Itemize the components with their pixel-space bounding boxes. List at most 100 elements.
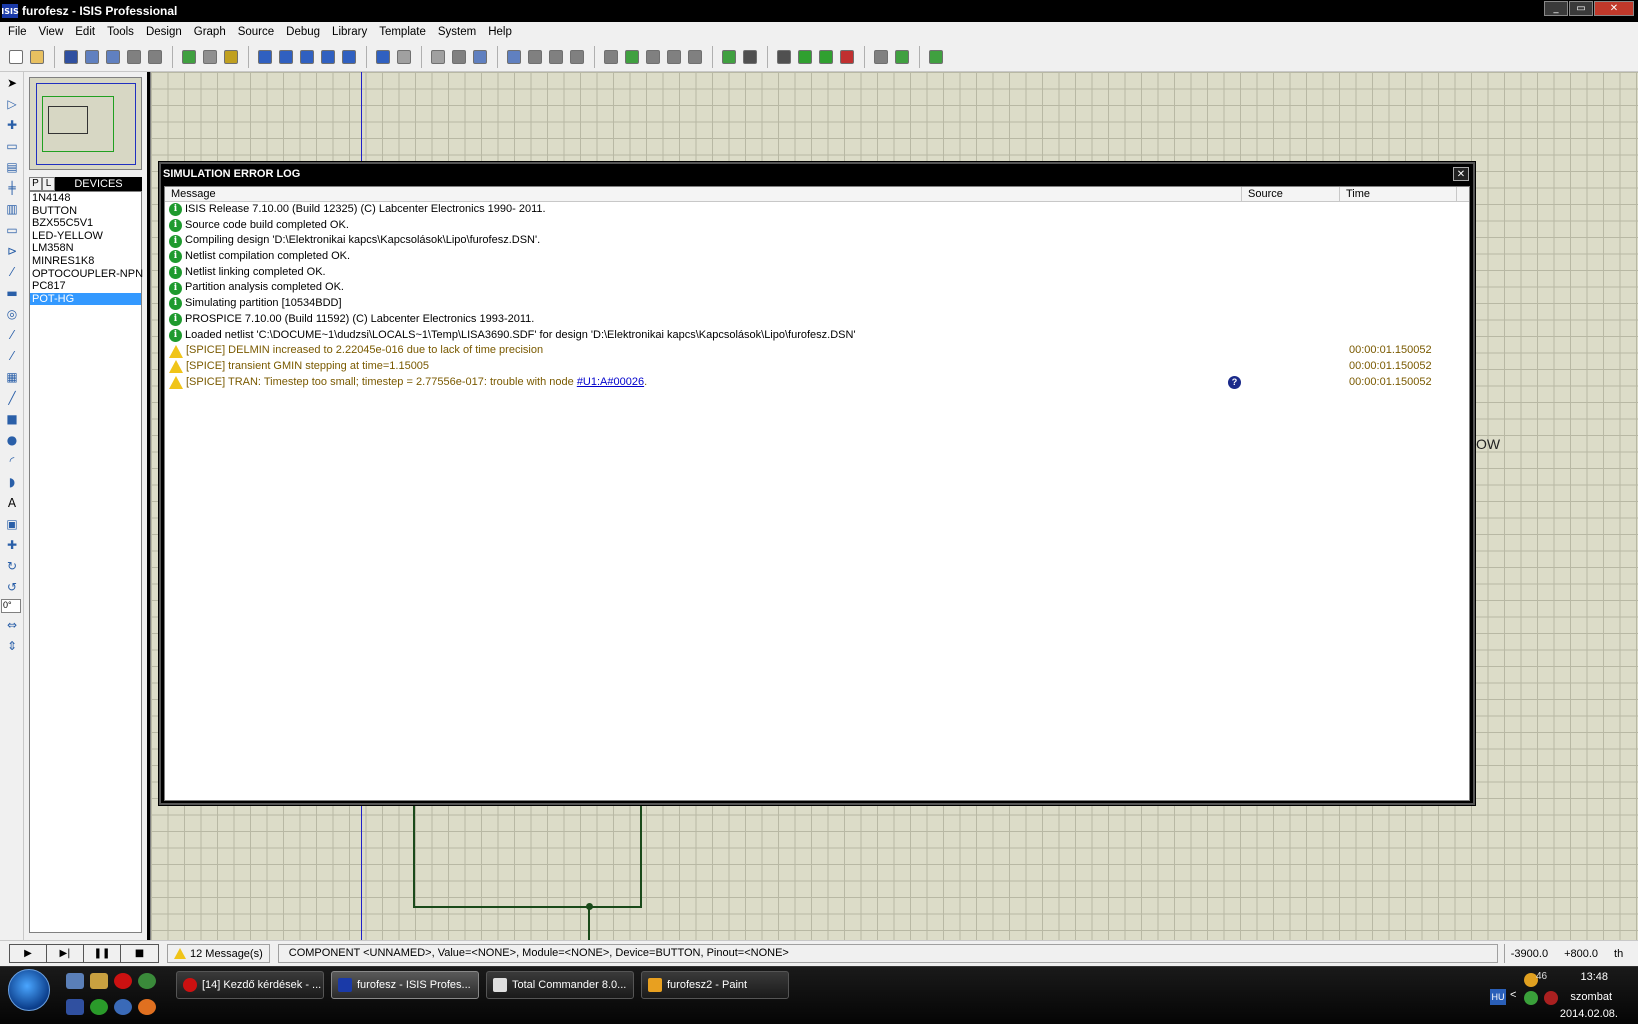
refresh-icon[interactable]: [179, 47, 199, 67]
tape-recorder-icon[interactable]: ▬: [1, 283, 23, 303]
device-list-item[interactable]: LM358N: [30, 242, 141, 255]
stop-icon[interactable]: ■: [121, 945, 158, 962]
menu-help[interactable]: Help: [482, 26, 518, 38]
packaging-icon[interactable]: [643, 47, 663, 67]
rotate-ccw-icon[interactable]: ↺: [1, 577, 23, 597]
log-row[interactable]: i Loaded netlist 'C:\DOCUME~1\dudzsi\LOCA…: [165, 328, 1469, 344]
junction-icon[interactable]: ✚: [1, 115, 23, 135]
menu-design[interactable]: Design: [140, 26, 188, 38]
print-icon[interactable]: [124, 47, 144, 67]
volume-icon[interactable]: [1544, 991, 1558, 1005]
save-quick-icon[interactable]: [66, 999, 84, 1015]
step-icon[interactable]: ▶|: [47, 945, 84, 962]
block-copy-icon[interactable]: [504, 47, 524, 67]
zoom-in-icon[interactable]: [276, 47, 296, 67]
copy-icon[interactable]: [449, 47, 469, 67]
ares-icon[interactable]: [926, 47, 946, 67]
undo-icon[interactable]: [373, 47, 393, 67]
chrome-icon[interactable]: [138, 973, 156, 989]
block-move-icon[interactable]: [525, 47, 545, 67]
zoom-out-icon[interactable]: [297, 47, 317, 67]
grid-icon[interactable]: [200, 47, 220, 67]
library-manager-button[interactable]: L: [42, 177, 55, 191]
bom-icon[interactable]: [837, 47, 857, 67]
column-message[interactable]: Message: [165, 187, 1242, 201]
virtual-instruments-icon[interactable]: ▦: [1, 367, 23, 387]
menu-tools[interactable]: Tools: [101, 26, 140, 38]
rotation-field[interactable]: 0°: [1, 599, 21, 613]
device-list-item[interactable]: OPTOCOUPLER-NPN: [30, 268, 143, 281]
show-hidden-icons-icon[interactable]: <: [1510, 989, 1516, 1001]
menu-graph[interactable]: Graph: [188, 26, 232, 38]
open-icon[interactable]: [27, 47, 47, 67]
menu-source[interactable]: Source: [232, 26, 280, 38]
clock-time[interactable]: 13:48: [1580, 971, 1608, 983]
pause-icon[interactable]: ❚❚: [84, 945, 121, 962]
device-list-item[interactable]: MINRES1K8: [30, 255, 141, 268]
device-list-item[interactable]: BZX55C5V1: [30, 217, 141, 230]
log-row[interactable]: i Partition analysis completed OK.: [165, 280, 1469, 296]
redo-icon[interactable]: [394, 47, 414, 67]
device-list-item[interactable]: POT-HG: [30, 292, 141, 306]
column-time[interactable]: Time: [1340, 187, 1457, 201]
device-list-item[interactable]: LED-YELLOW: [30, 230, 141, 243]
log-row[interactable]: i Source code build completed OK.: [165, 218, 1469, 234]
opera-icon[interactable]: [114, 973, 132, 989]
device-list-item[interactable]: 1N4148: [30, 192, 141, 205]
log-row[interactable]: i ISIS Release 7.10.00 (Build 12325) (C) …: [165, 202, 1469, 218]
log-row[interactable]: i Netlist compilation completed OK.: [165, 249, 1469, 265]
new-icon[interactable]: [6, 47, 26, 67]
close-button[interactable]: ✕: [1594, 1, 1634, 16]
log-row[interactable]: i Compiling design 'D:\Elektronikai kapcs…: [165, 233, 1469, 249]
wire-autorouter-icon[interactable]: [685, 47, 705, 67]
buses-icon[interactable]: ╪: [1, 178, 23, 198]
exit-to-parent-icon[interactable]: [816, 47, 836, 67]
zoom-area-icon[interactable]: [339, 47, 359, 67]
log-row[interactable]: i Simulating partition [10534BDD]: [165, 296, 1469, 312]
erc-icon[interactable]: [871, 47, 891, 67]
search-tag-icon[interactable]: [719, 47, 739, 67]
text-icon[interactable]: A: [1, 493, 23, 513]
coord-unit[interactable]: th: [1614, 948, 1623, 960]
decompose-icon[interactable]: [664, 47, 684, 67]
network-icon[interactable]: [1524, 991, 1538, 1005]
text-script-icon[interactable]: ▤: [1, 157, 23, 177]
symbol-icon[interactable]: ▣: [1, 514, 23, 534]
make-device-icon[interactable]: [622, 47, 642, 67]
firefox-icon[interactable]: [138, 999, 156, 1015]
menu-template[interactable]: Template: [373, 26, 432, 38]
dialog-close-button[interactable]: ✕: [1453, 167, 1469, 181]
save-icon[interactable]: [61, 47, 81, 67]
column-source[interactable]: Source: [1242, 187, 1340, 201]
export-icon[interactable]: [103, 47, 123, 67]
message-count-button[interactable]: 12 Message(s): [167, 944, 270, 963]
origin-icon[interactable]: [221, 47, 241, 67]
block-delete-icon[interactable]: [567, 47, 587, 67]
menu-system[interactable]: System: [432, 26, 482, 38]
minimize-button[interactable]: _: [1544, 1, 1568, 16]
log-row[interactable]: [SPICE] transient GMIN stepping at time=…: [165, 359, 1469, 375]
wire-label-icon[interactable]: ▭: [1, 136, 23, 156]
print-area-icon[interactable]: [145, 47, 165, 67]
log-row[interactable]: [SPICE] TRAN: Timestep too small; timest…: [165, 375, 1469, 391]
arc-icon[interactable]: ◜: [1, 451, 23, 471]
pick-devices-button[interactable]: P: [29, 177, 42, 191]
utorrent-icon[interactable]: [90, 999, 108, 1015]
pick-device-icon[interactable]: [601, 47, 621, 67]
selection-icon[interactable]: ➤: [1, 73, 23, 93]
language-indicator[interactable]: HU: [1490, 989, 1506, 1005]
explorer-icon[interactable]: [90, 973, 108, 989]
messenger-icon[interactable]: [114, 999, 132, 1015]
circle-icon[interactable]: ●: [1, 430, 23, 450]
import-icon[interactable]: [82, 47, 102, 67]
netlist-ares-icon[interactable]: [892, 47, 912, 67]
start-button[interactable]: [8, 969, 50, 1011]
rotate-cw-icon[interactable]: ↻: [1, 556, 23, 576]
task-total-commander[interactable]: Total Commander 8.0...: [486, 971, 634, 999]
task-isis[interactable]: furofesz - ISIS Profes...: [331, 971, 479, 999]
menu-library[interactable]: Library: [326, 26, 373, 38]
pan-icon[interactable]: [255, 47, 275, 67]
device-list-item[interactable]: PC817: [30, 280, 141, 293]
overview-window[interactable]: [29, 77, 142, 170]
new-sheet-icon[interactable]: [774, 47, 794, 67]
